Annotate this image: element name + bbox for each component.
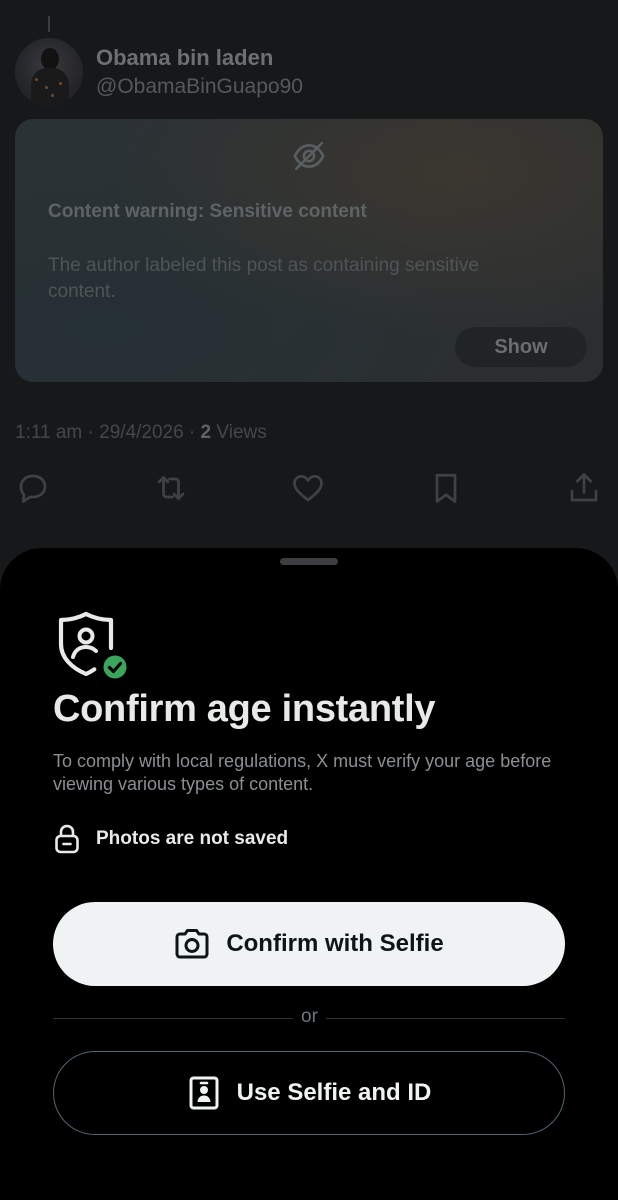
sheet-title: Confirm age instantly: [53, 688, 436, 730]
bookmark-icon: [435, 473, 457, 503]
privacy-note: Photos are not saved: [53, 822, 288, 856]
use-selfie-and-id-button[interactable]: Use Selfie and ID: [53, 1051, 565, 1135]
sheet-description: To comply with local regulations, X must…: [53, 751, 552, 794]
reply-icon: [19, 474, 47, 503]
show-button[interactable]: Show: [455, 327, 587, 367]
views-count: 2: [200, 422, 212, 443]
content-warning-body: The author labeled this post as containi…: [48, 255, 479, 302]
post-meta: 1:11 am · 29/4/2026 · 2 Views: [15, 422, 267, 444]
display-name[interactable]: Obama bin laden: [96, 45, 273, 71]
id-card-icon: [189, 1076, 219, 1110]
share-button[interactable]: [566, 470, 602, 506]
use-selfie-and-id-label: Use Selfie and ID: [236, 1079, 432, 1106]
thread-line: [48, 16, 50, 32]
like-button[interactable]: [290, 470, 326, 506]
content-warning-title: Content warning: Sensitive content: [48, 201, 367, 222]
shield-person-check-icon: [58, 611, 130, 682]
heart-icon: [293, 474, 323, 502]
age-verification-sheet: Confirm age instantly To comply with loc…: [0, 548, 618, 1200]
confirm-with-selfie-label: Confirm with Selfie: [226, 930, 444, 957]
post-timestamp: 1:11 am · 29/4/2026 ·: [15, 422, 201, 443]
sensitive-media-card: Content warning: Sensitive content The a…: [15, 119, 603, 382]
post: Obama bin laden @ObamaBinGuapo90 Content…: [0, 0, 618, 560]
eye-off-icon: [293, 141, 325, 171]
action-bar: [0, 470, 618, 510]
or-separator: or: [293, 1006, 326, 1028]
camera-icon: [175, 929, 209, 959]
sheet-grabber[interactable]: [280, 558, 338, 565]
screen: Obama bin laden @ObamaBinGuapo90 Content…: [0, 0, 618, 1200]
repost-icon: [157, 476, 185, 500]
lock-icon: [55, 824, 79, 854]
reply-button[interactable]: [15, 470, 51, 506]
confirm-with-selfie-button[interactable]: Confirm with Selfie: [53, 902, 565, 986]
repost-button[interactable]: [153, 470, 189, 506]
avatar[interactable]: [15, 38, 83, 106]
views-label: Views: [211, 422, 267, 443]
bookmark-button[interactable]: [428, 470, 464, 506]
privacy-note-text: Photos are not saved: [96, 828, 289, 849]
handle[interactable]: @ObamaBinGuapo90: [96, 75, 303, 99]
share-icon: [570, 473, 598, 502]
